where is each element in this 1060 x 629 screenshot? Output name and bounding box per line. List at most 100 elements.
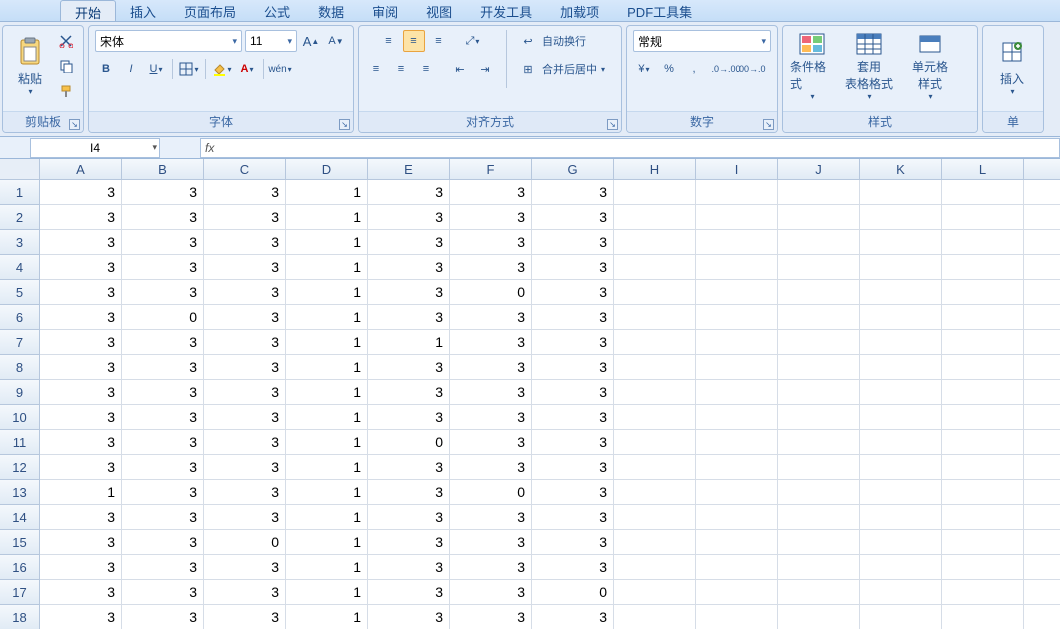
cell-A14[interactable]: 3 <box>40 505 122 530</box>
cell-I10[interactable] <box>696 405 778 430</box>
dialog-launcher[interactable]: ↘ <box>607 119 618 130</box>
cell-D13[interactable]: 1 <box>286 480 368 505</box>
tab-9[interactable]: PDF工具集 <box>613 0 706 21</box>
cell-L15[interactable] <box>942 530 1024 555</box>
tab-8[interactable]: 加载项 <box>546 0 613 21</box>
tab-5[interactable]: 审阅 <box>358 0 412 21</box>
cell-K6[interactable] <box>860 305 942 330</box>
row-header-5[interactable]: 5 <box>0 280 40 305</box>
col-header-L[interactable]: L <box>942 159 1024 180</box>
cell-B6[interactable]: 0 <box>122 305 204 330</box>
cell-K1[interactable] <box>860 180 942 205</box>
tab-0[interactable]: 开始 <box>60 0 116 21</box>
cell-F14[interactable]: 3 <box>450 505 532 530</box>
format-as-table-button[interactable]: 套用 表格格式▾ <box>839 30 899 102</box>
tab-4[interactable]: 数据 <box>304 0 358 21</box>
cell-G11[interactable]: 3 <box>532 430 614 455</box>
cell-G1[interactable]: 3 <box>532 180 614 205</box>
align-right-button[interactable]: ≡ <box>415 58 437 80</box>
phonetic-button[interactable]: wén▾ <box>269 58 291 80</box>
align-top-button[interactable]: ≡ <box>378 30 400 52</box>
cell-G2[interactable]: 3 <box>532 205 614 230</box>
cell-B3[interactable]: 3 <box>122 230 204 255</box>
cell-M4[interactable] <box>1024 255 1060 280</box>
cell-H2[interactable] <box>614 205 696 230</box>
italic-button[interactable]: I <box>120 58 142 80</box>
cell-I15[interactable] <box>696 530 778 555</box>
cell-M1[interactable] <box>1024 180 1060 205</box>
grow-font-button[interactable]: A▲ <box>300 30 322 52</box>
cell-B5[interactable]: 3 <box>122 280 204 305</box>
cell-B8[interactable]: 3 <box>122 355 204 380</box>
cell-L6[interactable] <box>942 305 1024 330</box>
dialog-launcher[interactable]: ↘ <box>763 119 774 130</box>
cell-D11[interactable]: 1 <box>286 430 368 455</box>
conditional-format-button[interactable]: 条件格式▾ <box>789 30 835 102</box>
cell-A9[interactable]: 3 <box>40 380 122 405</box>
cell-H16[interactable] <box>614 555 696 580</box>
select-all-corner[interactable] <box>0 159 40 180</box>
cell-E5[interactable]: 3 <box>368 280 450 305</box>
cell-K14[interactable] <box>860 505 942 530</box>
cell-B13[interactable]: 3 <box>122 480 204 505</box>
tab-3[interactable]: 公式 <box>250 0 304 21</box>
cell-D9[interactable]: 1 <box>286 380 368 405</box>
underline-button[interactable]: U▾ <box>145 58 167 80</box>
cell-I4[interactable] <box>696 255 778 280</box>
fill-color-button[interactable]: ▾ <box>211 58 233 80</box>
cell-K12[interactable] <box>860 455 942 480</box>
cell-F2[interactable]: 3 <box>450 205 532 230</box>
cell-C10[interactable]: 3 <box>204 405 286 430</box>
cell-K15[interactable] <box>860 530 942 555</box>
cell-K2[interactable] <box>860 205 942 230</box>
row-header-4[interactable]: 4 <box>0 255 40 280</box>
row-header-11[interactable]: 11 <box>0 430 40 455</box>
cell-L1[interactable] <box>942 180 1024 205</box>
cell-M3[interactable] <box>1024 230 1060 255</box>
cell-J13[interactable] <box>778 480 860 505</box>
cell-C4[interactable]: 3 <box>204 255 286 280</box>
cell-G3[interactable]: 3 <box>532 230 614 255</box>
cell-A7[interactable]: 3 <box>40 330 122 355</box>
cell-A18[interactable]: 3 <box>40 605 122 629</box>
cell-L7[interactable] <box>942 330 1024 355</box>
col-header-J[interactable]: J <box>778 159 860 180</box>
number-format-combo[interactable]: 常规▾ <box>633 30 771 52</box>
wrap-text-button[interactable]: ↩ 自动换行 <box>517 30 586 52</box>
cell-A8[interactable]: 3 <box>40 355 122 380</box>
cell-D12[interactable]: 1 <box>286 455 368 480</box>
decrease-decimal-button[interactable]: .00→.0 <box>740 58 762 80</box>
cell-I13[interactable] <box>696 480 778 505</box>
cut-button[interactable] <box>55 30 77 52</box>
cell-B1[interactable]: 3 <box>122 180 204 205</box>
cell-E1[interactable]: 3 <box>368 180 450 205</box>
cell-J5[interactable] <box>778 280 860 305</box>
cell-H14[interactable] <box>614 505 696 530</box>
row-header-3[interactable]: 3 <box>0 230 40 255</box>
cell-H17[interactable] <box>614 580 696 605</box>
cell-F8[interactable]: 3 <box>450 355 532 380</box>
cell-E13[interactable]: 3 <box>368 480 450 505</box>
cell-J15[interactable] <box>778 530 860 555</box>
cell-D6[interactable]: 1 <box>286 305 368 330</box>
cell-E18[interactable]: 3 <box>368 605 450 629</box>
cell-I7[interactable] <box>696 330 778 355</box>
cell-L9[interactable] <box>942 380 1024 405</box>
cell-D7[interactable]: 1 <box>286 330 368 355</box>
cell-M11[interactable] <box>1024 430 1060 455</box>
cell-C1[interactable]: 3 <box>204 180 286 205</box>
cell-E11[interactable]: 0 <box>368 430 450 455</box>
col-header-H[interactable]: H <box>614 159 696 180</box>
row-header-2[interactable]: 2 <box>0 205 40 230</box>
merge-center-button[interactable]: ⊞ 合并后居中▾ <box>517 58 605 80</box>
cell-J7[interactable] <box>778 330 860 355</box>
dialog-launcher[interactable]: ↘ <box>69 119 80 130</box>
col-header-M[interactable]: M <box>1024 159 1060 180</box>
cell-K11[interactable] <box>860 430 942 455</box>
cell-E2[interactable]: 3 <box>368 205 450 230</box>
cell-E8[interactable]: 3 <box>368 355 450 380</box>
cell-K7[interactable] <box>860 330 942 355</box>
cell-E3[interactable]: 3 <box>368 230 450 255</box>
font-color-button[interactable]: A▾ <box>236 58 258 80</box>
cell-M14[interactable] <box>1024 505 1060 530</box>
